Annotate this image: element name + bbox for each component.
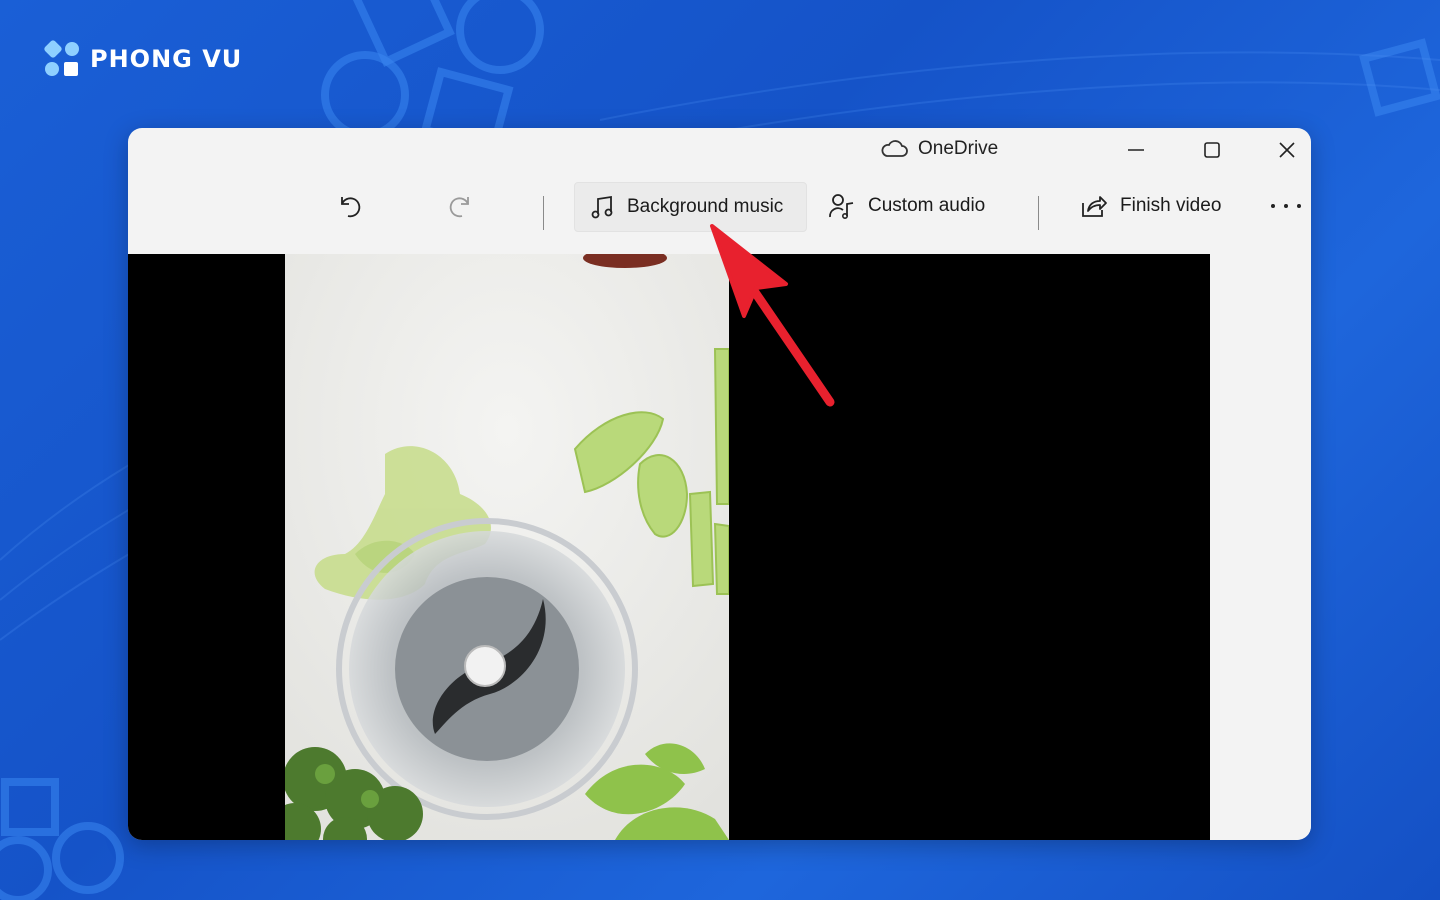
custom-audio-button[interactable]: Custom audio — [828, 186, 985, 226]
cloud-icon — [881, 140, 908, 157]
custom-audio-icon — [829, 194, 854, 219]
video-frame-image — [285, 254, 729, 840]
onedrive-status[interactable]: OneDrive — [880, 138, 998, 160]
title-bar: OneDrive — [128, 128, 1311, 172]
more-icon — [1271, 204, 1301, 208]
minimize-icon — [1128, 149, 1144, 151]
brand-name: PHONG VU — [90, 45, 243, 73]
background-music-label: Background music — [627, 196, 784, 217]
toolbar-separator — [543, 196, 544, 230]
onedrive-label: OneDrive — [918, 138, 999, 159]
photos-video-editor-window: OneDrive Background music Custom audio F… — [128, 128, 1311, 840]
video-frame — [285, 254, 729, 840]
close-button[interactable] — [1267, 134, 1307, 166]
brand-logo-icon — [44, 40, 79, 76]
toolbar-separator — [1038, 196, 1039, 230]
custom-audio-label: Custom audio — [868, 195, 986, 216]
redo-button[interactable] — [444, 186, 478, 226]
background-music-button[interactable]: Background music — [574, 182, 807, 232]
close-icon — [1279, 142, 1295, 158]
maximize-icon — [1204, 142, 1220, 158]
redo-icon — [449, 197, 469, 218]
minimize-button[interactable] — [1116, 134, 1156, 166]
finish-video-button[interactable]: Finish video — [1080, 186, 1221, 226]
brand-logo: PHONG VU — [42, 40, 242, 78]
maximize-button[interactable] — [1192, 134, 1232, 166]
timeline-panel-edge — [1210, 254, 1311, 840]
undo-button[interactable] — [332, 186, 366, 226]
finish-video-label: Finish video — [1120, 195, 1222, 216]
editor-toolbar: Background music Custom audio Finish vid… — [128, 172, 1311, 254]
video-preview[interactable] — [128, 254, 1210, 840]
undo-icon — [341, 197, 361, 218]
music-note-icon — [591, 195, 613, 219]
more-options-button[interactable] — [1266, 186, 1306, 226]
share-export-icon — [1082, 196, 1107, 217]
